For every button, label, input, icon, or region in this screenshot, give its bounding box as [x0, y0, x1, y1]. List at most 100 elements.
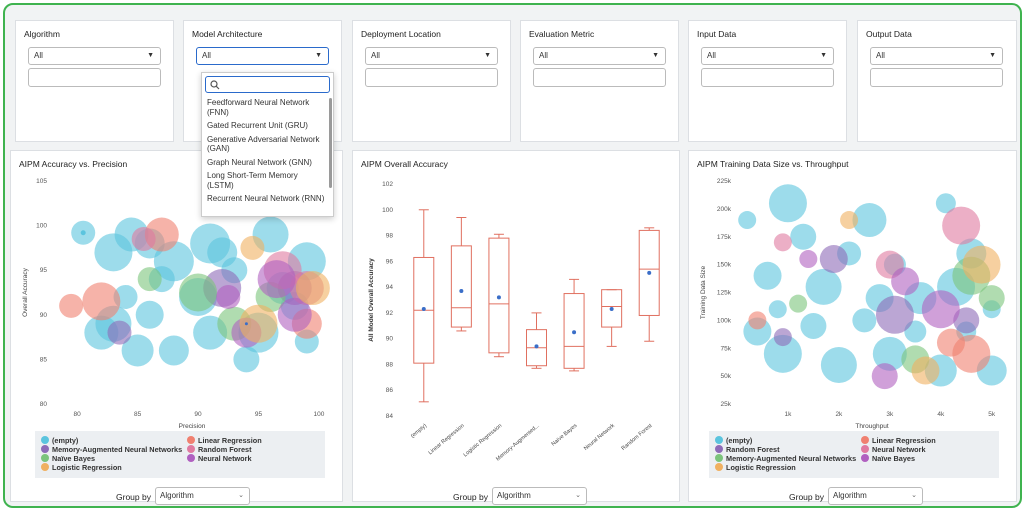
- data-point: [257, 260, 296, 299]
- legend-item: Logistic Regression: [715, 463, 796, 472]
- caret-down-icon: ▼: [147, 52, 154, 59]
- data-point: [738, 211, 757, 230]
- y-tick-label: 80: [40, 401, 48, 408]
- model-architecture-dropdown: Feedforward Neural Network (FNN) Gated R…: [201, 72, 334, 217]
- data-point: [244, 322, 248, 326]
- y-tick-label: 125k: [717, 290, 732, 297]
- x-tick-label: 1k: [785, 411, 793, 418]
- dropdown-option[interactable]: Gated Recurrent Unit (GRU): [202, 119, 330, 133]
- select-value: Algorithm: [497, 491, 531, 500]
- data-point: [768, 300, 787, 319]
- filter-label: Output Data: [866, 29, 912, 39]
- data-point: [158, 335, 189, 366]
- legend-item: Random Forest: [187, 445, 252, 454]
- chart-legend: (empty) Linear Regression Random Forest …: [709, 431, 999, 478]
- legend-swatch: [187, 454, 195, 462]
- x-tick-label: Random Forest: [621, 423, 654, 452]
- y-tick-label: 25k: [721, 401, 732, 408]
- input-data-select[interactable]: All ▼: [701, 47, 834, 65]
- data-point: [799, 250, 818, 269]
- x-tick-label: (empty): [410, 423, 428, 440]
- dropdown-scrollbar[interactable]: [329, 98, 332, 188]
- data-point: [789, 294, 808, 313]
- chart-card-data-size-throughput: AIPM Training Data Size vs. Throughput 1…: [688, 150, 1017, 505]
- y-tick-label: 105: [36, 178, 47, 185]
- legend-swatch: [861, 454, 869, 462]
- deployment-location-search-input[interactable]: [365, 68, 498, 87]
- groupby-select[interactable]: Algorithm ⌄: [828, 487, 923, 505]
- chevron-down-icon: ⌄: [575, 492, 581, 499]
- data-point: [216, 284, 241, 309]
- y-tick-label: 90: [40, 312, 48, 319]
- legend-item: Neural Network: [187, 454, 252, 463]
- legend-item: Neural Network: [861, 445, 926, 454]
- groupby-select[interactable]: Algorithm ⌄: [492, 487, 587, 505]
- chevron-down-icon: ⌄: [911, 492, 917, 499]
- dropdown-option[interactable]: Feedforward Neural Network (FNN): [202, 96, 330, 119]
- x-tick-label: 95: [255, 411, 263, 418]
- filter-label: Evaluation Metric: [529, 29, 595, 39]
- groupby-label: Group by: [789, 492, 824, 502]
- dashboard-frame: Algorithm All ▼ Model Architecture All ▼ D…: [3, 3, 1022, 508]
- data-point: [962, 245, 1001, 284]
- select-value: Algorithm: [160, 491, 194, 500]
- box-mean: [496, 295, 501, 300]
- legend-swatch: [187, 436, 195, 444]
- filter-label: Deployment Location: [361, 29, 441, 39]
- input-data-search-input[interactable]: [701, 68, 834, 87]
- search-icon: [210, 80, 220, 90]
- legend-item: Logistic Regression: [41, 463, 122, 472]
- y-tick-label: 50k: [721, 373, 732, 380]
- dropdown-option[interactable]: Long Short-Term Memory (LSTM): [202, 169, 330, 192]
- data-point: [768, 184, 807, 223]
- legend-item: (empty): [715, 436, 752, 445]
- y-tick-label: 100: [36, 223, 47, 230]
- box-mean: [609, 307, 614, 312]
- dropdown-option[interactable]: Graph Neural Network (GNN): [202, 156, 330, 170]
- dropdown-option[interactable]: Generative Adversarial Network (GAN): [202, 133, 330, 156]
- x-axis-label: Throughput: [855, 423, 888, 430]
- box-mean: [534, 344, 539, 349]
- y-tick-label: 75k: [721, 345, 732, 352]
- box-mean: [421, 307, 426, 312]
- y-tick-label: 102: [382, 181, 393, 188]
- chart-title: AIPM Training Data Size vs. Throughput: [697, 159, 849, 169]
- data-point: [805, 268, 842, 305]
- output-data-search-input[interactable]: [870, 68, 1003, 87]
- data-point: [137, 267, 162, 292]
- y-tick-label: 88: [386, 361, 394, 368]
- filter-card-input-data: Input Data All ▼: [688, 20, 847, 142]
- y-axis-label: Training Data Size: [700, 266, 707, 320]
- data-point: [952, 334, 991, 373]
- x-tick-label: 80: [74, 411, 82, 418]
- dropdown-option[interactable]: Recurrent Neural Network (RNN): [202, 192, 330, 206]
- legend-item: Memory-Augmented Neural Networks: [41, 445, 182, 454]
- box-mean: [572, 330, 577, 335]
- dropdown-search-input[interactable]: [205, 76, 330, 93]
- caret-down-icon: ▼: [484, 52, 491, 59]
- groupby-select[interactable]: Algorithm ⌄: [155, 487, 250, 505]
- x-tick-label: Memory-Augmented...: [495, 423, 541, 463]
- y-axis-label: All Model Overall Accuracy: [368, 258, 375, 342]
- algorithm-select[interactable]: All ▼: [28, 47, 161, 65]
- data-point: [233, 346, 260, 373]
- data-point: [921, 290, 960, 329]
- caret-down-icon: ▼: [315, 52, 322, 59]
- legend-swatch: [861, 445, 869, 453]
- caret-down-icon: ▼: [989, 52, 996, 59]
- x-tick-label: 4k: [937, 411, 945, 418]
- y-axis-label: Overall Accuracy: [22, 267, 29, 317]
- evaluation-metric-search-input[interactable]: [533, 68, 666, 87]
- legend-swatch: [41, 445, 49, 453]
- data-point: [82, 282, 121, 321]
- algorithm-search-input[interactable]: [28, 68, 161, 87]
- output-data-select[interactable]: All ▼: [870, 47, 1003, 65]
- evaluation-metric-select[interactable]: All ▼: [533, 47, 666, 65]
- deployment-location-select[interactable]: All ▼: [365, 47, 498, 65]
- caret-down-icon: ▼: [820, 52, 827, 59]
- x-tick-label: 100: [313, 411, 324, 418]
- dropdown-options: Feedforward Neural Network (FNN) Gated R…: [202, 96, 330, 206]
- data-point: [748, 311, 767, 330]
- model-architecture-select[interactable]: All ▼: [196, 47, 329, 65]
- box-mean: [647, 270, 652, 275]
